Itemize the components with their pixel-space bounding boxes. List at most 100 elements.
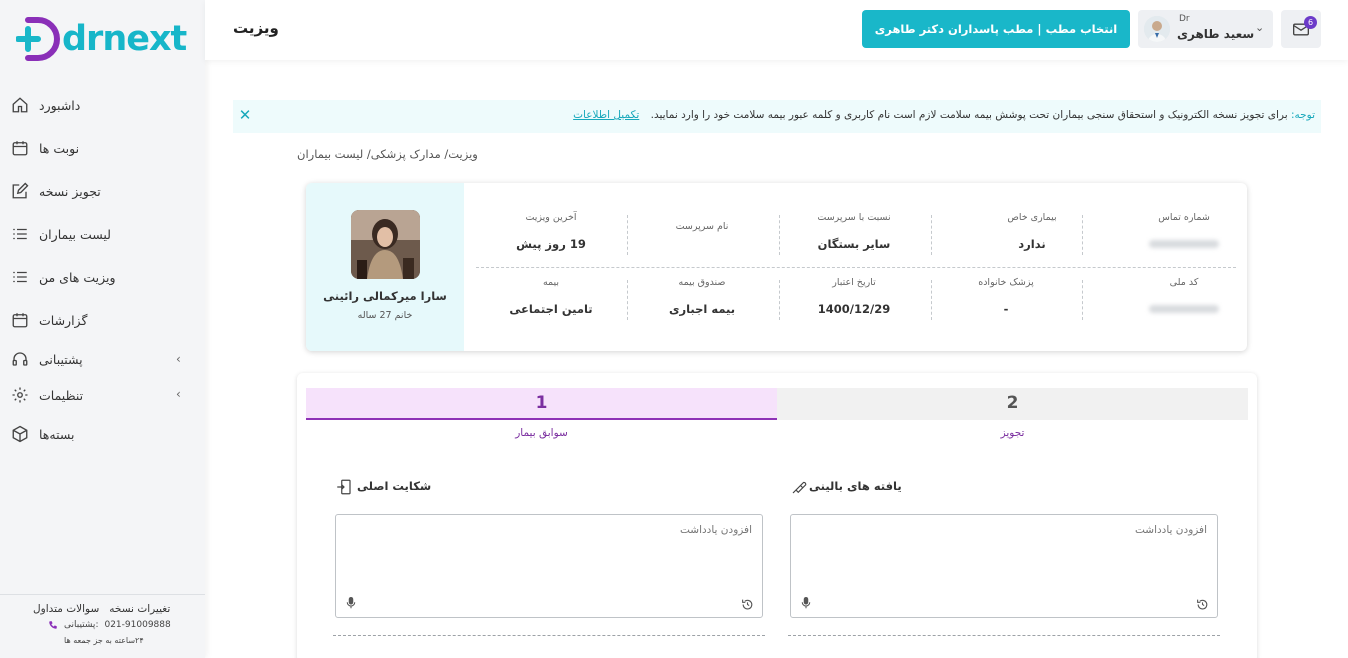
support-phone[interactable]: پشتیبانی: 021-91009888 — [48, 620, 171, 630]
history-icon[interactable] — [1196, 598, 1209, 611]
sidebar-item-patients[interactable]: لیست بیماران — [0, 213, 205, 256]
patient-profile: سارا میرکمالی رائینی خانم 27 ساله — [306, 183, 464, 351]
microphone-icon[interactable] — [801, 597, 811, 609]
complete-info-link[interactable]: تکمیل اطلاعات — [573, 109, 639, 121]
info-value: بیمه اجباری — [668, 302, 736, 316]
chevron-left-icon: ‹ — [176, 387, 181, 401]
home-icon — [12, 97, 28, 113]
divider — [931, 215, 932, 255]
clinical-findings-title: یافته های بالینی — [809, 479, 902, 493]
info-value: - — [1003, 302, 1009, 316]
divider — [931, 280, 932, 320]
calendar-icon — [12, 141, 28, 156]
topbar: ویزیت انتخاب مطب | مطب پاسداران دکتر طاه… — [205, 0, 1348, 60]
sidebar-item-prescribe[interactable]: تجویز نسخه — [0, 170, 205, 213]
sidebar-footer: تغییرات نسخه سوالات متداول پشتیبانی: 021… — [0, 594, 205, 658]
info-value: سایر بستگان — [817, 237, 891, 251]
sidebar-item-dashboard[interactable]: داشبورد — [0, 84, 205, 127]
door-enter-icon — [337, 479, 351, 495]
user-menu[interactable]: Dr سعید طاهری ⌄ — [1138, 10, 1273, 48]
support-phone-number: 021-91009888 — [104, 620, 171, 630]
info-insurance-fund: صندوق بیمه بیمه اجباری — [627, 277, 777, 316]
edit-icon — [12, 182, 29, 199]
divider — [627, 280, 628, 320]
info-label: شماره تماس — [1158, 212, 1210, 223]
step-prescription[interactable]: 2 — [777, 388, 1248, 420]
info-guardian-relation: نسبت با سرپرست سایر بستگان — [779, 212, 929, 251]
notice-message: برای تجویز نسخه الکترونیک و استحقاق سنجی… — [650, 109, 1288, 121]
patient-photo — [351, 210, 420, 279]
step-patient-history[interactable]: 1 — [306, 388, 777, 420]
support-hours: ۲۴ساعته به جز جمعه ها — [64, 636, 144, 645]
info-value: 19 روز پیش — [516, 237, 586, 251]
info-phone: شماره تماس — [1109, 212, 1247, 251]
divider — [779, 215, 780, 255]
gear-icon — [12, 387, 28, 403]
sidebar-item-label: پشتیبانی — [39, 352, 83, 367]
info-label: نام سرپرست — [675, 221, 729, 232]
calendar-icon — [12, 313, 28, 328]
sidebar-item-settings[interactable]: تنظیمات ‹ — [0, 377, 205, 413]
faq-link[interactable]: سوالات متداول — [33, 603, 99, 615]
clinical-findings-field[interactable] — [790, 514, 1218, 618]
stethoscope-icon — [792, 481, 807, 494]
info-label: پزشک خانواده — [978, 277, 1034, 288]
clinical-findings-input[interactable] — [791, 515, 1217, 617]
info-national-id: کد ملی — [1109, 277, 1247, 316]
patient-name: سارا میرکمالی رائینی — [323, 289, 447, 303]
unread-badge: 6 — [1304, 16, 1317, 29]
sidebar-item-support[interactable]: پشتیبانی ‹ — [0, 342, 205, 377]
info-value: تامین اجتماعی — [509, 302, 593, 316]
sidebar-item-packages[interactable]: بسته‌ها — [0, 413, 205, 456]
sidebar-item-reports[interactable]: گزارشات — [0, 299, 205, 342]
info-label: صندوق بیمه — [678, 277, 726, 288]
step-patient-history-label[interactable]: سوابق بیمار — [306, 427, 777, 439]
info-label: بیماری خاص — [1007, 212, 1057, 223]
list-icon — [13, 228, 27, 240]
sidebar: drnext داشبورد نوبت ها تجویز نسخه لیست ب… — [0, 0, 205, 658]
notice-label: توجه: — [1290, 109, 1315, 121]
sidebar-item-label: ویزیت های من — [39, 270, 116, 285]
sidebar-item-label: تجویز نسخه — [39, 184, 101, 199]
chief-complaint-field[interactable] — [335, 514, 763, 618]
avatar — [1144, 16, 1170, 42]
footer-links: تغییرات نسخه سوالات متداول — [33, 603, 170, 615]
redacted-value — [1149, 305, 1219, 313]
chevron-left-icon: ‹ — [176, 352, 181, 366]
sidebar-item-my-visits[interactable]: ویزیت های من — [0, 256, 205, 299]
step-prescription-label[interactable]: تجویز — [777, 427, 1248, 439]
release-notes-link[interactable]: تغییرات نسخه — [109, 603, 170, 615]
box-icon — [12, 425, 28, 443]
chief-complaint-input[interactable] — [336, 515, 762, 617]
divider — [788, 635, 1220, 636]
messages-button[interactable]: 6 — [1281, 10, 1321, 48]
info-label: نسبت با سرپرست — [817, 212, 891, 223]
headset-icon — [12, 352, 28, 366]
close-icon[interactable]: ✕ — [237, 107, 253, 123]
divider — [1082, 215, 1083, 255]
list-icon — [13, 271, 27, 283]
divider — [333, 635, 765, 636]
info-value — [1109, 302, 1247, 316]
chevron-down-icon: ⌄ — [1255, 21, 1265, 34]
info-family-doctor: پزشک خانواده - — [931, 277, 1081, 316]
info-value — [1109, 237, 1247, 251]
select-office-button[interactable]: انتخاب مطب | مطب پاسداران دکتر طاهری — [862, 10, 1130, 48]
sidebar-item-label: نوبت ها — [39, 141, 80, 156]
breadcrumb: ویزیت/ مدارک پزشکی/ لیست بیماران — [297, 147, 478, 161]
sidebar-item-label: بسته‌ها — [39, 427, 75, 442]
divider — [476, 267, 1236, 268]
drnext-logo[interactable]: drnext — [15, 14, 192, 64]
sidebar-item-appointments[interactable]: نوبت ها — [0, 127, 205, 170]
info-label: تاریخ اعتبار — [832, 277, 876, 288]
sidebar-item-label: گزارشات — [39, 313, 88, 328]
info-guardian-name: نام سرپرست — [627, 221, 777, 232]
microphone-icon[interactable] — [346, 597, 356, 609]
sidebar-item-label: لیست بیماران — [39, 227, 111, 242]
info-label: آخرین ویزیت — [525, 212, 577, 223]
insurance-notice: توجه: برای تجویز نسخه الکترونیک و استحقا… — [233, 100, 1321, 133]
info-value: 1400/12/29 — [817, 302, 891, 316]
patient-gender-age: خانم 27 ساله — [357, 310, 413, 321]
page-title: ویزیت — [233, 19, 279, 37]
history-icon[interactable] — [741, 598, 754, 611]
